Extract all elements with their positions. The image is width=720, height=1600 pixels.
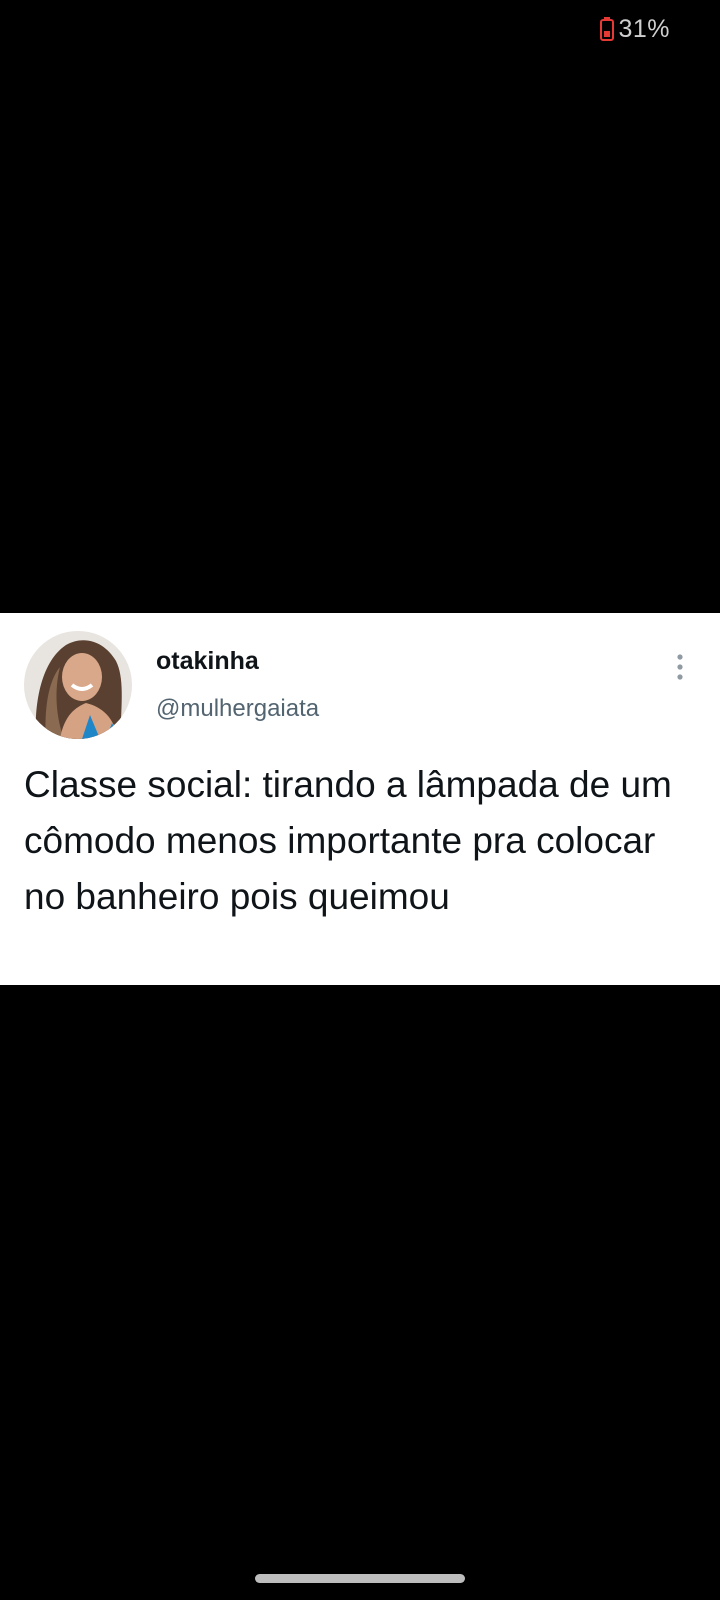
display-name[interactable]: otakinha — [156, 647, 259, 676]
profile-photo — [24, 631, 132, 739]
more-options-button[interactable] — [664, 649, 696, 685]
tweet-text: Classe social: tirando a lâmpada de um c… — [24, 764, 672, 917]
avatar[interactable] — [24, 631, 132, 739]
battery-percentage: 31% — [618, 14, 670, 43]
home-indicator[interactable] — [255, 1574, 465, 1583]
tweet-card[interactable]: otakinha @mulhergaiata Classe social: ti… — [0, 613, 720, 985]
more-vertical-icon — [677, 654, 683, 680]
user-handle[interactable]: @mulhergaiata — [156, 695, 319, 723]
status-bar: 31% — [600, 12, 670, 46]
battery-low-icon — [600, 17, 615, 41]
